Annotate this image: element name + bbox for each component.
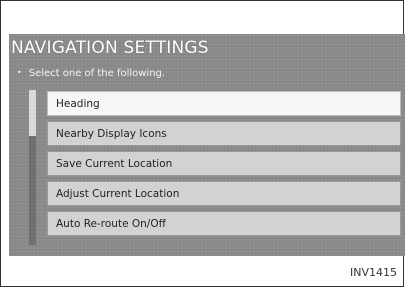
menu-item-nearby-display-icons[interactable]: Nearby Display Icons xyxy=(47,121,401,146)
navigation-settings-screen: NAVIGATION SETTINGS • Select one of the f… xyxy=(9,34,405,256)
menu-item-save-current-location[interactable]: Save Current Location xyxy=(47,151,401,176)
instruction-label: Select one of the following. xyxy=(28,68,166,79)
scrollbar[interactable] xyxy=(29,90,36,245)
figure-id-label: INV1415 xyxy=(350,266,397,279)
settings-menu: Heading Nearby Display Icons Save Curren… xyxy=(47,91,401,241)
menu-item-label: Nearby Display Icons xyxy=(56,127,167,140)
figure-frame: NAVIGATION SETTINGS • Select one of the f… xyxy=(0,0,405,287)
menu-item-adjust-current-location[interactable]: Adjust Current Location xyxy=(47,181,401,206)
menu-item-label: Save Current Location xyxy=(56,157,173,170)
instruction-text: • Select one of the following. xyxy=(17,68,165,79)
menu-item-auto-reroute[interactable]: Auto Re-route On/Off xyxy=(47,211,401,236)
scrollbar-thumb[interactable] xyxy=(29,90,36,136)
instruction-bullet: • xyxy=(17,68,22,77)
screen-title: NAVIGATION SETTINGS xyxy=(11,38,209,58)
menu-item-label: Adjust Current Location xyxy=(56,187,180,200)
menu-item-heading[interactable]: Heading xyxy=(47,91,401,116)
menu-item-label: Auto Re-route On/Off xyxy=(56,217,166,230)
menu-item-label: Heading xyxy=(56,97,100,110)
